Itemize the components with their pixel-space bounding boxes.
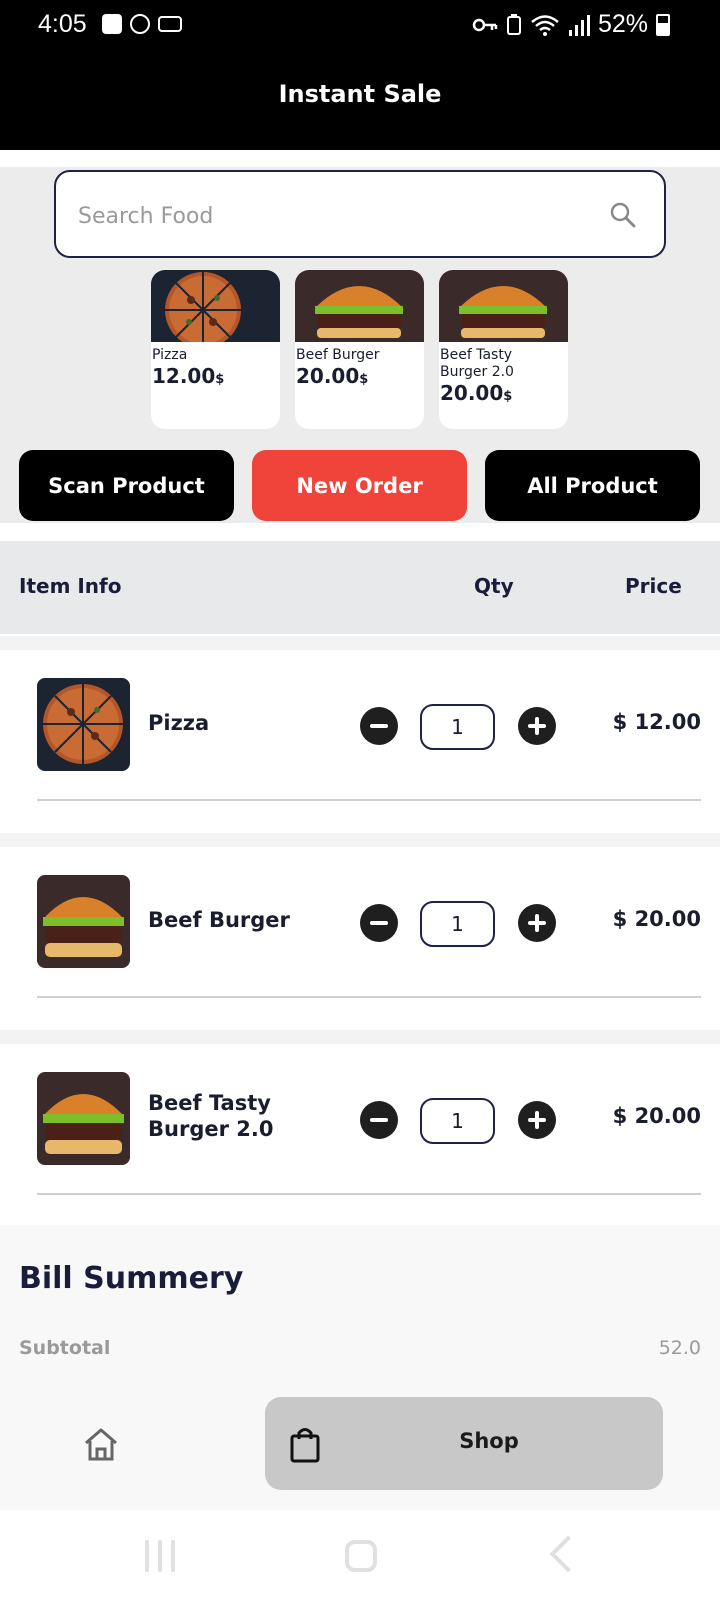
- order-table-header: Item Info Qty Price: [0, 541, 720, 634]
- product-price: 12.00$: [151, 364, 280, 388]
- increase-qty-button[interactable]: [518, 707, 556, 745]
- shop-tab[interactable]: Shop: [265, 1397, 663, 1490]
- check-notification-icon: [102, 14, 122, 34]
- row-divider: [37, 1193, 701, 1195]
- battery-saver-icon: [506, 13, 521, 35]
- home-icon[interactable]: [82, 1425, 120, 1463]
- new-order-button[interactable]: New Order: [252, 450, 467, 521]
- wifi-icon: [531, 14, 559, 36]
- currency: $: [503, 389, 513, 404]
- burger-image: [295, 270, 424, 342]
- action-buttons: Scan Product New Order All Product: [19, 450, 700, 521]
- order-row: Beef Tasty Burger 2.0 1 $ 20.00: [0, 1030, 720, 1208]
- burger-image: [37, 1072, 130, 1165]
- product-card-beef-tasty-burger[interactable]: Beef Tasty Burger 2.0 20.00$: [439, 270, 568, 429]
- recents-icon[interactable]: [145, 1540, 175, 1572]
- bill-title: Bill Summery: [19, 1261, 244, 1296]
- sync-notification-icon: [130, 14, 150, 34]
- product-name: Beef Tasty Burger 2.0: [440, 347, 514, 380]
- header-item-info: Item Info: [19, 574, 122, 598]
- increase-qty-button[interactable]: [518, 904, 556, 942]
- decrease-qty-button[interactable]: [360, 1101, 398, 1139]
- status-time: 4:05: [38, 10, 87, 38]
- order-row: Beef Burger 1 $ 20.00: [0, 833, 720, 1011]
- currency: $: [215, 372, 225, 387]
- subtotal-value: 52.0: [658, 1337, 701, 1359]
- status-notification-icons: [102, 14, 182, 34]
- pizza-image: [151, 270, 280, 348]
- product-card-beef-burger[interactable]: Beef Burger 20.00$: [295, 270, 424, 429]
- qty-field[interactable]: 1: [420, 1098, 495, 1144]
- decrease-qty-button[interactable]: [360, 707, 398, 745]
- status-bar: 4:05 52%: [0, 0, 720, 52]
- pizza-image: [37, 678, 130, 771]
- decrease-qty-button[interactable]: [360, 904, 398, 942]
- product-card-pizza[interactable]: Pizza 12.00$: [151, 270, 280, 429]
- item-name: Beef Burger: [148, 908, 290, 932]
- price-value: 20.00: [296, 364, 360, 388]
- item-price: $ 20.00: [612, 1104, 701, 1128]
- system-navigation-bar: [0, 1510, 720, 1600]
- burger-image: [439, 270, 568, 342]
- quick-product-list: Pizza 12.00$ Beef Burger 20.00$ Beef Tas…: [151, 270, 568, 429]
- item-price: $ 20.00: [612, 907, 701, 931]
- item-price: $ 12.00: [612, 710, 701, 734]
- item-name: Beef Tasty Burger 2.0: [148, 1091, 274, 1141]
- app-header: 4:05 52% Instant Sale: [0, 0, 720, 150]
- burger-image: [37, 875, 130, 968]
- header-qty: Qty: [474, 574, 514, 598]
- back-icon[interactable]: [549, 1535, 587, 1573]
- header-price: Price: [625, 574, 682, 598]
- battery-percent: 52%: [597, 10, 648, 38]
- qty-field[interactable]: 1: [420, 901, 495, 947]
- scan-product-button[interactable]: Scan Product: [19, 450, 234, 521]
- battery-icon: [656, 13, 670, 36]
- product-price: 20.00$: [295, 364, 424, 388]
- qty-field[interactable]: 1: [420, 704, 495, 750]
- row-divider: [37, 799, 701, 801]
- signal-icon: [568, 14, 590, 36]
- all-product-button[interactable]: All Product: [485, 450, 700, 521]
- price-value: 12.00: [152, 364, 216, 388]
- home-button-icon[interactable]: [345, 1540, 377, 1572]
- search-icon[interactable]: [610, 202, 636, 228]
- price-value: 20.00: [440, 381, 504, 405]
- search-box[interactable]: [54, 170, 666, 258]
- order-row: Pizza 1 $ 12.00: [0, 636, 720, 814]
- product-price: 20.00$: [439, 381, 568, 405]
- row-divider: [37, 996, 701, 998]
- increase-qty-button[interactable]: [518, 1101, 556, 1139]
- key-icon: [472, 18, 498, 31]
- product-name: Pizza: [152, 347, 188, 363]
- status-right: 52%: [472, 10, 670, 39]
- card-notification-icon: [158, 16, 182, 32]
- product-name: Beef Burger: [296, 347, 380, 363]
- page-title: Instant Sale: [278, 80, 442, 108]
- subtotal-label: Subtotal: [19, 1337, 111, 1359]
- search-input[interactable]: [78, 194, 578, 238]
- currency: $: [359, 372, 369, 387]
- shop-tab-label: Shop: [459, 1429, 519, 1453]
- item-name: Pizza: [148, 711, 210, 735]
